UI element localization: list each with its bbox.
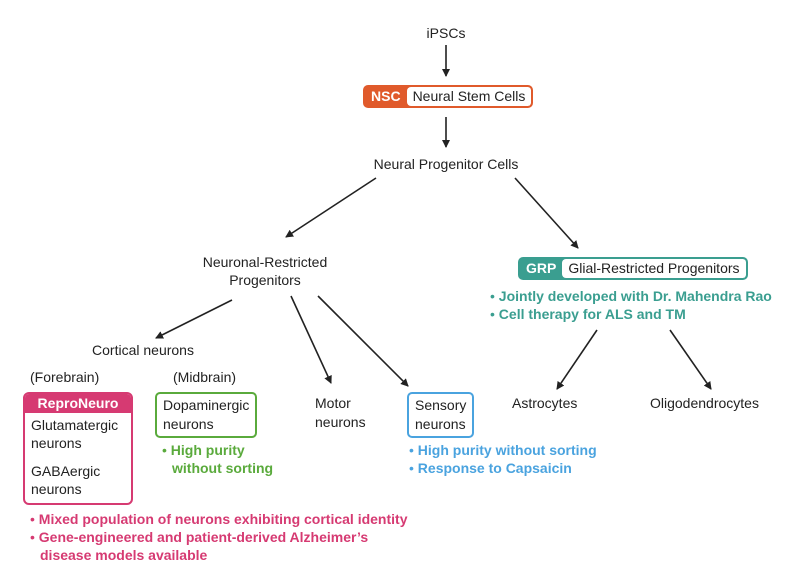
arrow-npc-grp — [514, 177, 579, 249]
node-grp: GRP Glial-Restricted Progenitors — [518, 257, 748, 280]
label-forebrain: (Forebrain) — [30, 369, 100, 385]
nrp-line-1: Neuronal-Restricted — [202, 254, 328, 270]
node-dopa: Dopaminergic neurons — [155, 392, 258, 438]
node-npc: Neural Progenitor Cells — [373, 156, 519, 172]
node-repro: ReproNeuro Glutamatergic neurons GABAergi… — [23, 392, 133, 505]
grp-tag: GRP — [526, 260, 557, 276]
bullet-item-cont: disease models available — [40, 547, 208, 563]
node-oligodendrocytes: Oligodendrocytes — [650, 395, 759, 411]
bullet-item: Mixed population of neurons exhibiting c… — [30, 510, 408, 528]
arrow-nrp-motor — [290, 295, 332, 384]
grp-label: Glial-Restricted Progenitors — [562, 259, 746, 278]
arrow-npc-nrp — [285, 177, 377, 238]
bullet-item: High purity without sorting — [409, 441, 597, 459]
node-motor: Motor neurons — [315, 395, 366, 430]
bullet-item: High purity — [162, 441, 273, 459]
bullet-item: Cell therapy for ALS and TM — [490, 305, 772, 323]
arrow-grp-oligo — [669, 329, 712, 390]
sensory-bullets: High purity without sorting Response to … — [409, 441, 597, 477]
nsc-label: Neural Stem Cells — [406, 87, 532, 106]
label-midbrain: (Midbrain) — [173, 369, 237, 385]
bullet-item: Response to Capsaicin — [409, 459, 597, 477]
node-nrp: Neuronal-Restricted Progenitors — [203, 253, 328, 289]
node-nsc: NSC Neural Stem Cells — [363, 85, 534, 108]
arrow-grp-astro — [556, 329, 598, 390]
node-astrocytes: Astrocytes — [512, 395, 578, 411]
grp-bullets: Jointly developed with Dr. Mahendra Rao … — [490, 287, 772, 323]
bullet-item: Jointly developed with Dr. Mahendra Rao — [490, 287, 772, 305]
dopa-bullets: High purity without sorting — [162, 441, 273, 477]
arrow-nrp-cortical — [155, 299, 233, 339]
node-cortical: Cortical neurons — [92, 342, 194, 358]
nsc-tag: NSC — [371, 88, 401, 104]
bullet-item-cont: without sorting — [172, 460, 274, 476]
repro-item-glutamatergic: Glutamatergic neurons — [31, 417, 119, 451]
bullet-item: Gene-engineered and patient-derived Alzh… — [30, 528, 407, 546]
repro-bullets: Mixed population of neurons exhibiting c… — [30, 510, 408, 564]
repro-item-gabaergic: GABAergic neurons — [31, 463, 101, 497]
arrow-nrp-sensory — [317, 295, 409, 387]
node-sensory: Sensory neurons — [407, 392, 475, 438]
node-ipscs: iPSCs — [426, 25, 466, 41]
nrp-line-2: Progenitors — [229, 272, 301, 288]
repro-title: ReproNeuro — [25, 394, 131, 413]
